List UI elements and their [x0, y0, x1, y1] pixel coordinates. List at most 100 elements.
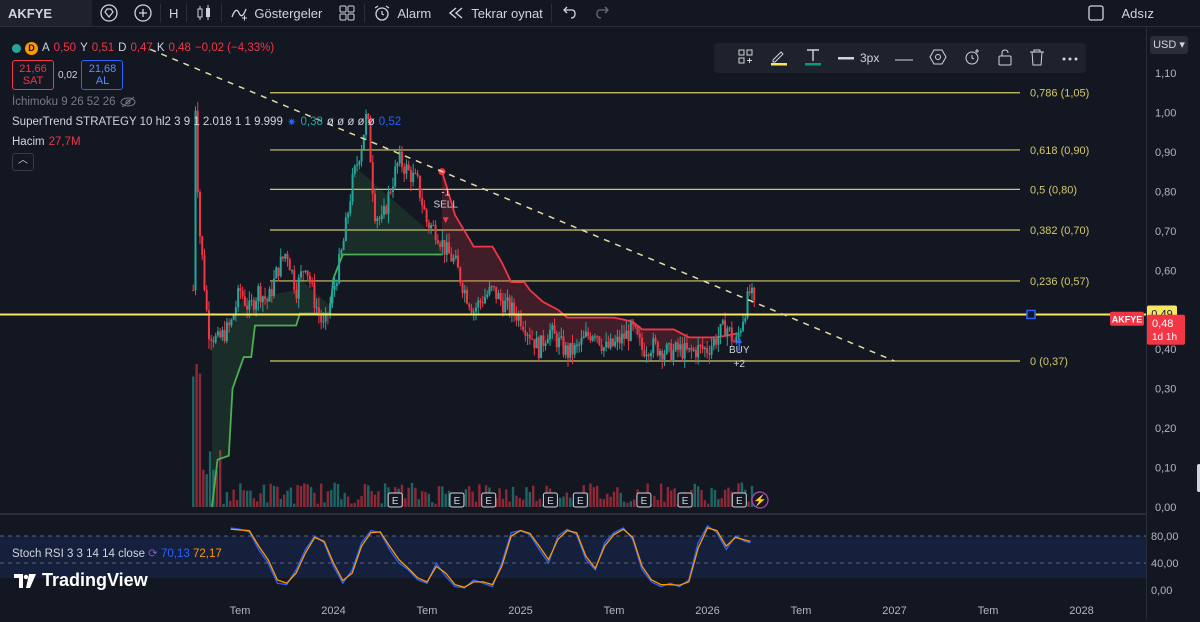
candle-body	[575, 344, 578, 346]
candle-body	[349, 201, 352, 214]
supertrend	[211, 167, 738, 508]
candle-body	[742, 321, 745, 331]
tradingview-logo[interactable]: TradingView	[14, 570, 148, 591]
buy-price: 21,68	[88, 63, 117, 75]
candle-body	[735, 337, 738, 343]
candle-body	[537, 337, 540, 359]
price-tick-label: 0,00	[1155, 502, 1176, 514]
indicators-button[interactable]: Göstergeler	[222, 0, 330, 26]
price-tick-label: 1,00	[1155, 107, 1176, 119]
supertrend-value-1: 0,38	[300, 116, 323, 128]
price-axis[interactable]: 1,101,000,900,800,700,600,500,400,300,20…	[1146, 27, 1200, 619]
alert-gear-icon[interactable]: ✷	[287, 115, 297, 129]
alarm-button[interactable]: Alarm	[365, 0, 439, 26]
volume-bar	[663, 501, 666, 507]
volume-bar	[373, 494, 377, 507]
candle-body	[719, 324, 722, 337]
refresh-icon[interactable]: ⟳	[148, 548, 158, 560]
candle-body	[614, 341, 617, 347]
diamond-icon[interactable]	[92, 0, 126, 26]
candle-body	[248, 300, 251, 310]
candle-body	[636, 326, 639, 334]
sell-price: 21,66	[19, 63, 47, 75]
volume-bar	[558, 497, 562, 507]
currency-button[interactable]: USD ▾	[1150, 36, 1188, 54]
stoch-tick-label: 40,00	[1151, 558, 1179, 570]
hidden-eye-icon[interactable]	[120, 96, 136, 108]
candle-body	[593, 336, 596, 338]
candle-body	[315, 307, 318, 309]
volume-bar	[444, 493, 447, 507]
volume-row[interactable]: Hacim 27,7M	[12, 132, 401, 152]
chevron-up-icon[interactable]: ︿	[12, 153, 34, 171]
candle-body	[672, 350, 675, 362]
line-style-icon[interactable]	[895, 51, 914, 65]
volume-bar	[245, 490, 249, 507]
interval-button[interactable]: H	[161, 0, 186, 26]
volume-bar	[562, 496, 565, 507]
fib-label: 0 (0,37)	[1030, 356, 1068, 368]
interval-label: H	[169, 5, 179, 21]
candle-body	[409, 169, 412, 183]
volume-bar	[538, 498, 542, 507]
symbol-search[interactable]: AKFYE	[0, 0, 92, 26]
text-color-icon[interactable]	[804, 48, 822, 69]
stoch-rsi-legend[interactable]: Stoch RSI 3 3 14 14 close ⟳ 70,13 72,17	[12, 546, 222, 560]
stoch-tick-label: 0,00	[1151, 585, 1172, 597]
ichimoku-row[interactable]: İchimoku 9 26 52 26	[12, 92, 401, 112]
alert-add-icon[interactable]	[963, 48, 981, 69]
redo-icon[interactable]	[586, 0, 620, 26]
volume-bar	[259, 493, 262, 507]
candle-body	[308, 275, 311, 283]
candle-body	[466, 290, 469, 304]
candle-body	[620, 333, 623, 344]
settings-hexagon-icon[interactable]	[929, 48, 947, 69]
candle-body	[681, 344, 684, 359]
candle-body	[692, 349, 695, 351]
volume-bar	[478, 484, 481, 507]
candle-body	[650, 352, 653, 357]
candle-body	[286, 253, 289, 260]
candle-body	[616, 336, 619, 342]
more-icon[interactable]	[1061, 51, 1079, 65]
volume-bar	[498, 488, 501, 507]
volume-bar	[296, 484, 299, 507]
volume-bar	[232, 489, 235, 507]
sell-button[interactable]: 21,66 SAT	[12, 60, 54, 90]
candle-body	[697, 345, 700, 358]
fullscreen-box-icon[interactable]	[1079, 0, 1113, 26]
candle-body	[418, 175, 421, 198]
candle-body	[728, 327, 731, 329]
lock-icon[interactable]	[997, 48, 1013, 69]
volume-bar	[370, 490, 373, 507]
replay-button[interactable]: Tekrar oynat	[439, 0, 551, 26]
trash-icon[interactable]	[1029, 48, 1045, 69]
buy-button[interactable]: 21,68 AL	[81, 60, 124, 90]
volume-bar	[437, 486, 441, 507]
undo-icon[interactable]	[552, 0, 586, 26]
current-price-text: 0,48	[1152, 318, 1173, 330]
candle-body	[468, 303, 471, 308]
compare-add-icon[interactable]	[126, 0, 160, 26]
volume-bar	[286, 490, 289, 507]
candle-body	[522, 326, 525, 331]
candle-body	[275, 267, 278, 279]
supertrend-row[interactable]: SuperTrend STRATEGY 10 hl2 3 9 1 2.018 1…	[12, 112, 401, 132]
volume-bar	[727, 487, 730, 507]
templates-icon[interactable]	[738, 49, 754, 68]
time-tick-label: 2024	[321, 605, 345, 617]
candle-body	[526, 334, 529, 336]
layout-name-button[interactable]: Adsız	[1113, 0, 1200, 26]
layouts-grid-icon[interactable]	[330, 0, 364, 26]
price-tick-label: 0,80	[1155, 186, 1176, 198]
volume-bar	[192, 376, 195, 507]
price-tick-label: 0,30	[1155, 384, 1176, 396]
candle-body	[210, 339, 213, 341]
volume-bar	[710, 487, 713, 507]
top-toolbar: AKFYE H Göstergeler Alarm Tekrar oynat A…	[0, 0, 1200, 27]
candle-body	[715, 338, 718, 345]
pencil-color-icon[interactable]	[770, 48, 788, 69]
candle-body	[261, 296, 264, 303]
candles-icon[interactable]	[187, 0, 221, 26]
line-width-button[interactable]: 3px	[838, 51, 879, 65]
